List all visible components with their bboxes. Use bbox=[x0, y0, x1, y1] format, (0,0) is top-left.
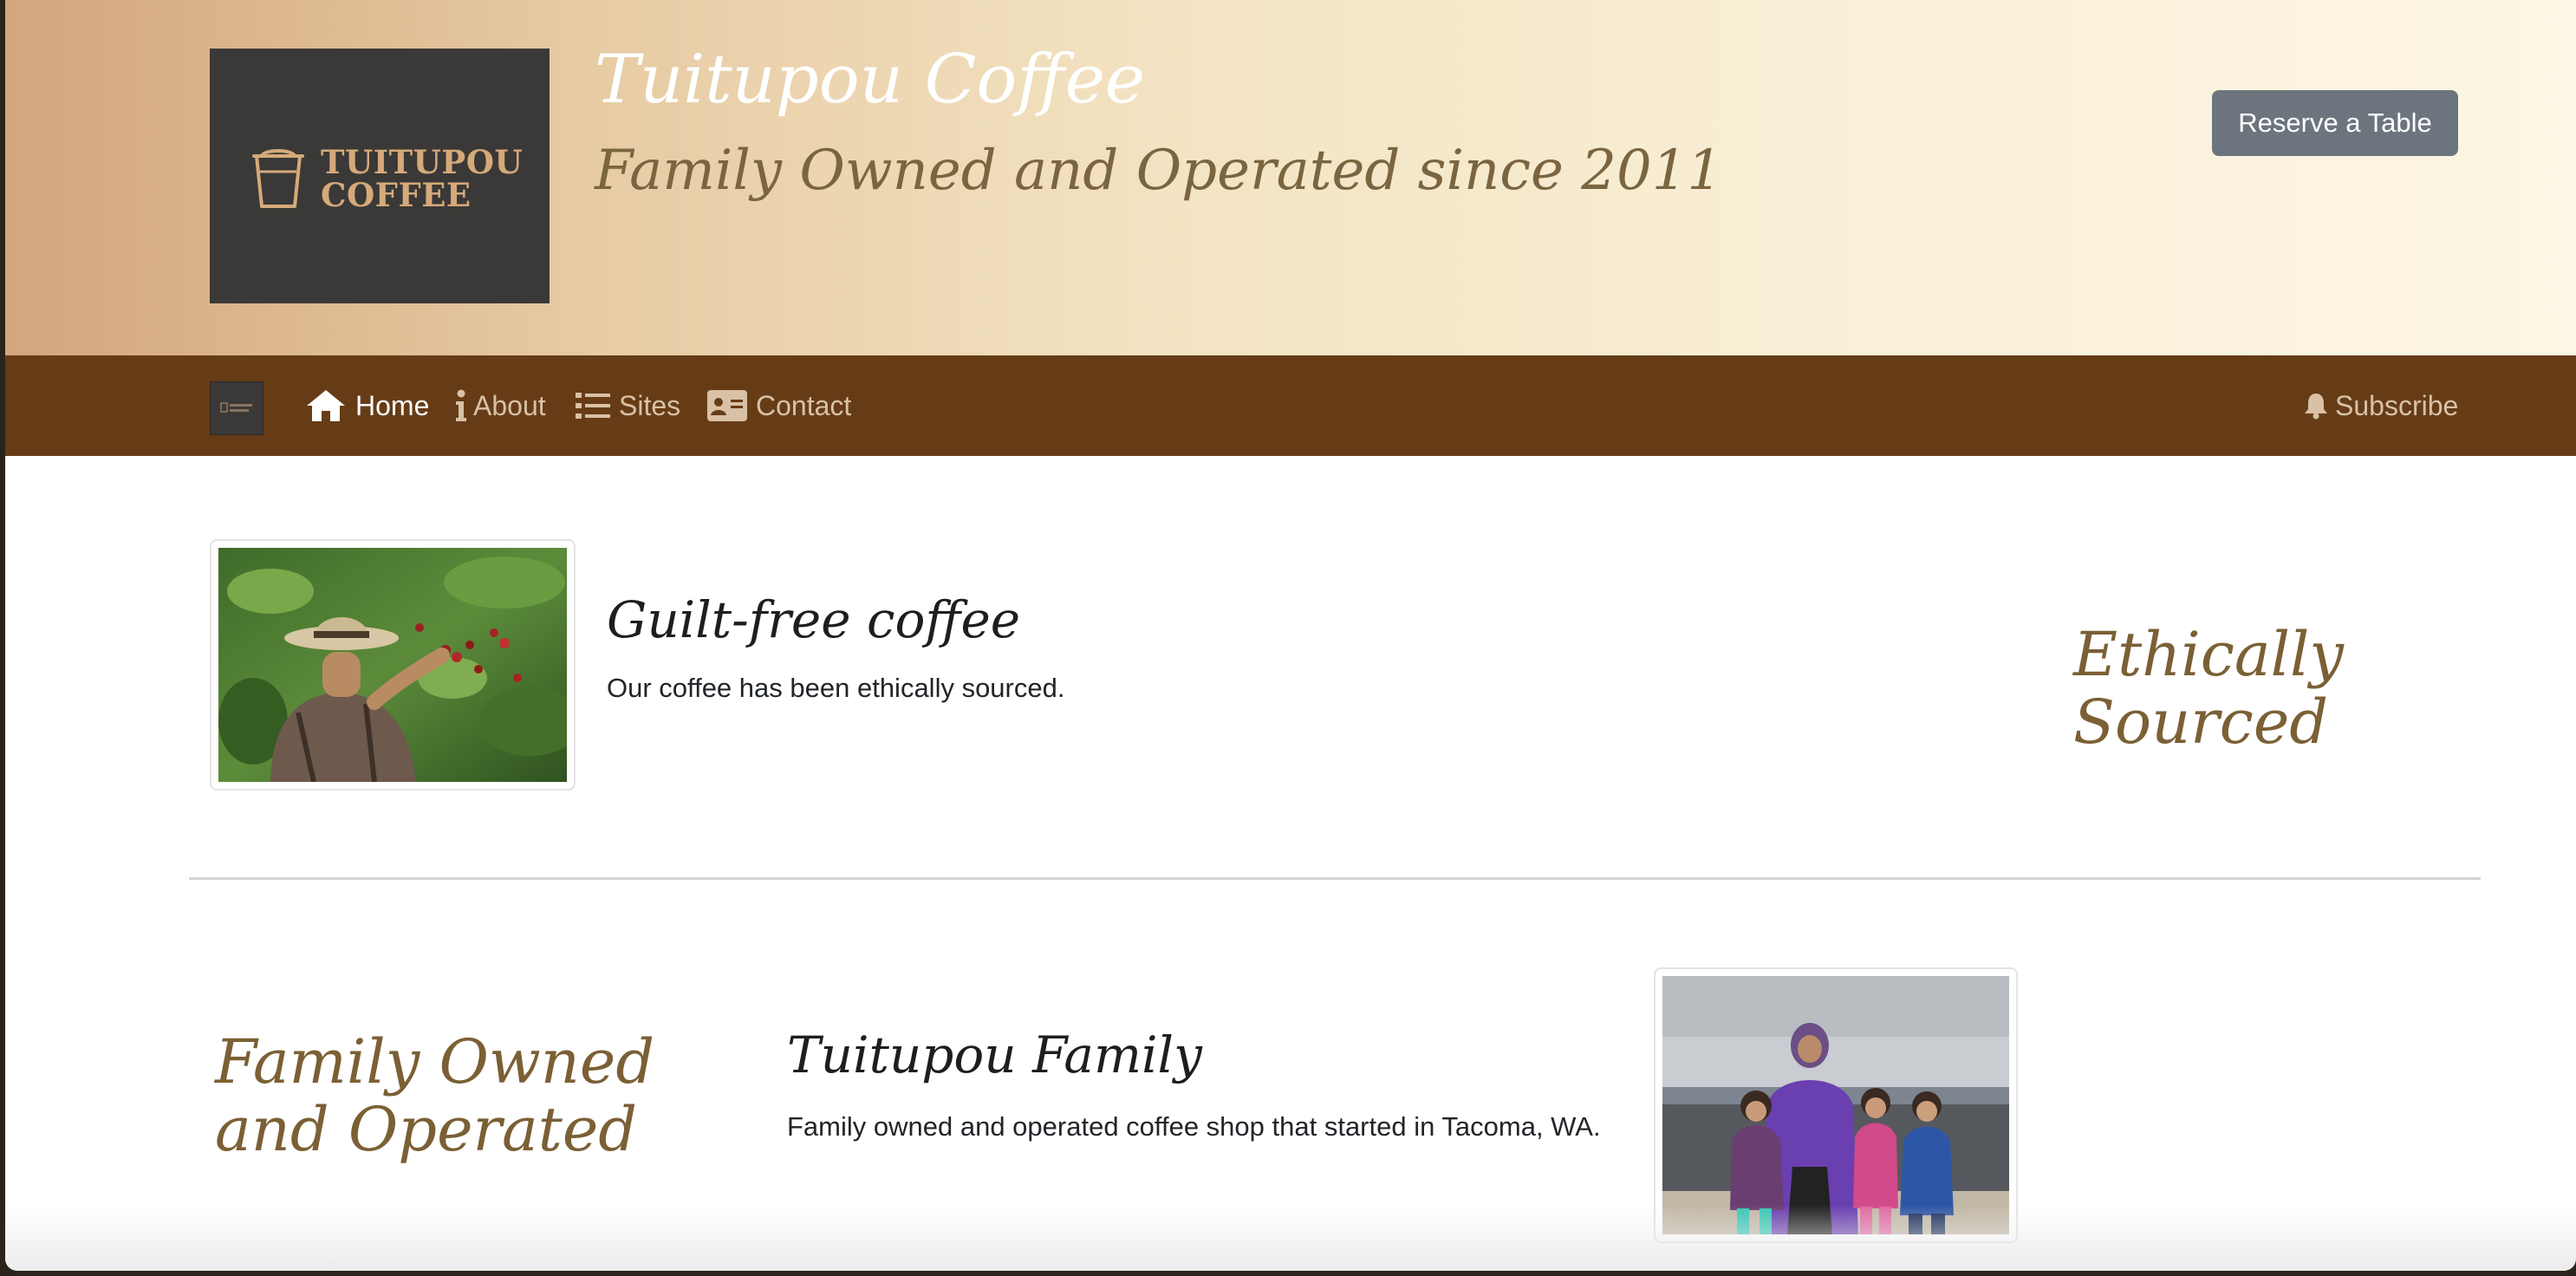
mini-logo-icon bbox=[220, 402, 252, 413]
nav-subscribe-label: Subscribe bbox=[2335, 389, 2459, 421]
family-photo-frame bbox=[1654, 967, 2018, 1243]
nav-sites[interactable]: Sites bbox=[576, 355, 680, 456]
contact-card-icon bbox=[707, 390, 747, 421]
logo-line-2: COFFEE bbox=[321, 176, 472, 214]
site-header: TUITUPOU COFFEE Tuitupou Coffee Family O… bbox=[5, 0, 2576, 355]
reserve-table-button[interactable]: Reserve a Table bbox=[2212, 90, 2458, 156]
site-tagline: Family Owned and Operated since 2011 bbox=[595, 139, 1723, 203]
home-icon bbox=[305, 388, 347, 423]
nav-home-label: Home bbox=[355, 389, 430, 421]
family-photo-image bbox=[1662, 976, 2009, 1234]
nav-about-label: About bbox=[473, 389, 546, 421]
main-navbar: Home About Sites Contact Subscribe bbox=[5, 355, 2576, 456]
info-icon bbox=[454, 389, 468, 422]
page-bottom-shadow bbox=[5, 1205, 2576, 1271]
site-title: Tuitupou Coffee bbox=[595, 41, 1145, 119]
coffee-farmer-image bbox=[218, 548, 582, 783]
list-icon bbox=[576, 391, 610, 420]
nav-subscribe[interactable]: Subscribe bbox=[2304, 355, 2458, 456]
nav-sites-label: Sites bbox=[619, 389, 681, 421]
nav-contact-label: Contact bbox=[756, 389, 852, 421]
logo-line-1: TUITUPOU bbox=[321, 143, 524, 181]
nav-about[interactable]: About bbox=[454, 355, 546, 456]
ethics-side-heading: Ethically Sourced bbox=[2073, 619, 2344, 758]
section-divider bbox=[189, 877, 2481, 880]
navbar-logo[interactable] bbox=[210, 381, 263, 435]
family-side-heading: Family Owned and Operated bbox=[215, 1026, 655, 1166]
coffee-cup-icon bbox=[252, 149, 304, 208]
logo-wordmark: TUITUPOU COFFEE bbox=[321, 146, 523, 212]
farmer-photo-frame bbox=[210, 539, 582, 791]
bell-icon bbox=[2304, 392, 2328, 420]
nav-home[interactable]: Home bbox=[305, 355, 429, 456]
family-card-title: Tuitupou Family bbox=[787, 1025, 1202, 1084]
brand-logo[interactable]: TUITUPOU COFFEE bbox=[210, 49, 550, 303]
ethics-card-text: Our coffee has been ethically sourced. bbox=[607, 673, 1065, 703]
ethics-card-title: Guilt-free coffee bbox=[607, 590, 1021, 649]
family-card-text: Family owned and operated coffee shop th… bbox=[787, 1111, 1601, 1142]
nav-contact[interactable]: Contact bbox=[707, 355, 851, 456]
browser-page: TUITUPOU COFFEE Tuitupou Coffee Family O… bbox=[5, 0, 2576, 1271]
